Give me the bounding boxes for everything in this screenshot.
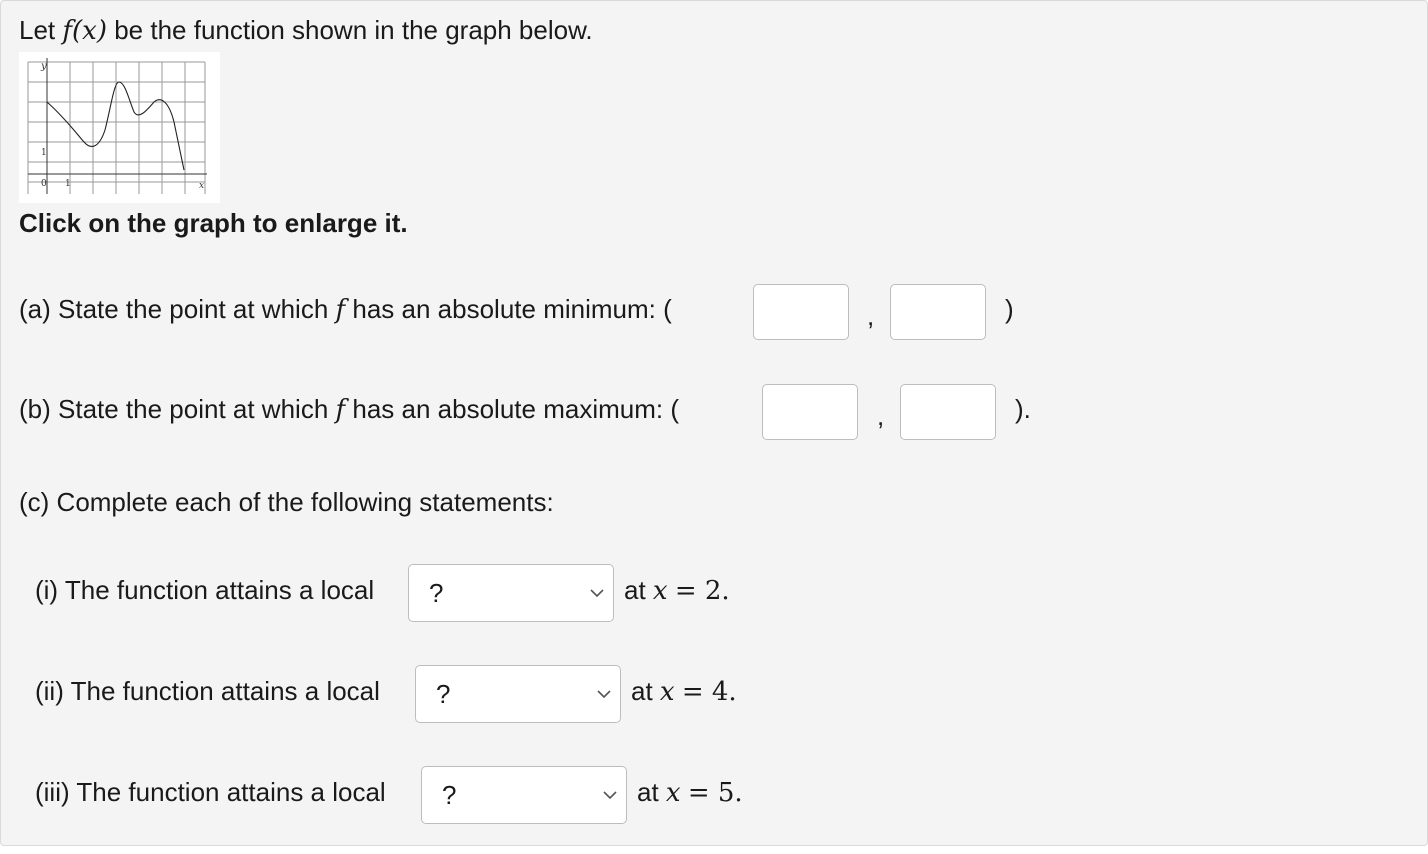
part-b-function: f <box>335 394 346 425</box>
statement-iii-eq: = 5. <box>687 777 743 808</box>
statement-ii-eq: = 4. <box>681 676 737 707</box>
intro-function: f(x) <box>62 15 107 46</box>
statement-ii-selected: ? <box>436 678 451 709</box>
statement-i-suffix: at x = 2. <box>624 575 730 606</box>
statement-i-var: x <box>652 575 668 606</box>
part-a-comma: , <box>867 301 875 331</box>
statement-i-select[interactable]: ? <box>408 564 614 622</box>
chevron-down-icon <box>590 589 604 598</box>
max-x-input[interactable] <box>762 384 858 440</box>
part-a-function: f <box>335 294 346 325</box>
part-a-prompt: (a) State the point at which f has an ab… <box>19 294 672 325</box>
part-a-suffix: has an absolute minimum: ( <box>352 294 672 324</box>
part-a-prefix: (a) State the point at which <box>19 294 329 324</box>
min-y-input[interactable] <box>890 284 986 340</box>
origin-label: 0 <box>41 179 47 189</box>
chevron-down-icon <box>603 791 617 800</box>
statement-ii-suffix: at x = 4. <box>631 676 737 707</box>
statement-iii-var: x <box>665 777 681 808</box>
chevron-down-icon <box>597 690 611 699</box>
part-a-close: ) <box>1005 294 1014 324</box>
statement-iii-label: (iii) The function attains a local <box>35 777 386 807</box>
x-axis-label: x <box>199 181 204 191</box>
statement-iii-select[interactable]: ? <box>421 766 627 824</box>
statement-i-label: (i) The function attains a local <box>35 575 375 605</box>
part-c-heading: (c) Complete each of the following state… <box>19 487 554 517</box>
intro-suffix: be the function shown in the graph below… <box>114 15 593 45</box>
graph-thumbnail[interactable]: y x 0 1 1 <box>19 52 220 203</box>
part-b-comma: , <box>877 401 885 431</box>
part-b-suffix: has an absolute maximum: ( <box>352 394 679 424</box>
part-b-prefix: (b) State the point at which <box>19 394 329 424</box>
statement-i-selected: ? <box>429 577 444 608</box>
intro-line: Let f(x) be the function shown in the gr… <box>19 15 593 46</box>
statement-i-at: at <box>624 575 646 605</box>
statement-ii-var: x <box>659 676 675 707</box>
statement-iii-selected: ? <box>442 779 457 810</box>
part-b-prompt: (b) State the point at which f has an ab… <box>19 394 679 425</box>
part-b-close: ). <box>1015 394 1031 424</box>
statement-ii-select[interactable]: ? <box>415 665 621 723</box>
graph-axes <box>28 58 207 194</box>
statement-iii-suffix: at x = 5. <box>637 777 743 808</box>
y-axis-label: y <box>40 61 47 72</box>
statement-iii-at: at <box>637 777 659 807</box>
statement-ii-at: at <box>631 676 653 706</box>
question-panel: Let f(x) be the function shown in the gr… <box>0 0 1428 846</box>
intro-prefix: Let <box>19 15 56 45</box>
max-y-input[interactable] <box>900 384 996 440</box>
min-x-input[interactable] <box>753 284 849 340</box>
graph-svg: y x 0 1 1 <box>27 58 207 194</box>
y-tick-label: 1 <box>41 148 47 158</box>
x-tick-label: 1 <box>65 179 71 189</box>
statement-i-eq: = 2. <box>674 575 730 606</box>
enlarge-instruction: Click on the graph to enlarge it. <box>19 208 408 238</box>
statement-ii-label: (ii) The function attains a local <box>35 676 380 706</box>
